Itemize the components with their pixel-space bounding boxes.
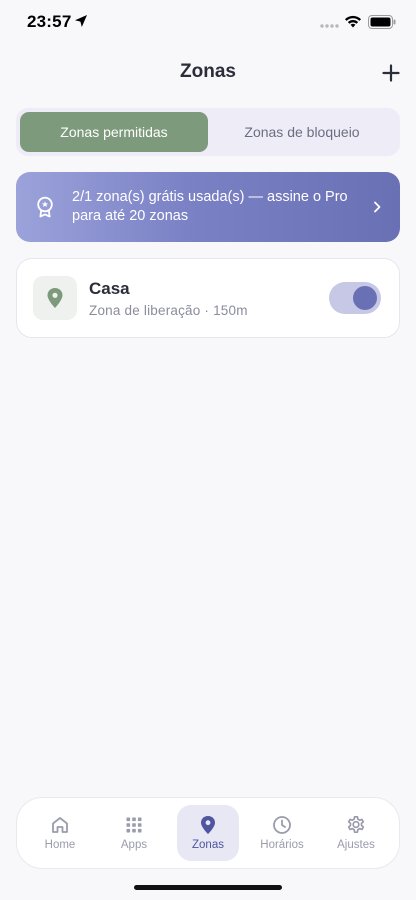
zone-text: Casa Zona de liberação · 150m [89,279,329,318]
tab-horarios[interactable]: Horários [251,805,313,861]
zone-subtitle: Zona de liberação · 150m [89,302,248,318]
status-bar: 23:57 [0,0,416,46]
segment-allowed-zones[interactable]: Zonas permitidas [20,112,208,152]
wifi-icon [345,15,361,28]
segment-label: Zonas permitidas [60,124,168,140]
tab-label: Apps [120,838,148,851]
zone-icon-container [33,276,77,320]
screen: 23:57 Zonas Zonas permitidas Zonas de bl… [0,0,416,900]
home-icon [52,816,68,833]
zone-card[interactable]: Casa Zona de liberação · 150m [16,258,400,338]
tab-home[interactable]: Home [29,805,91,861]
pro-upgrade-banner[interactable]: 2/1 zona(s) grátis usada(s) — assine o P… [16,172,400,242]
gear-icon [347,815,365,833]
tab-label: Zonas [192,838,224,851]
segment-label: Zonas de bloqueio [244,124,360,140]
segment-block-zones[interactable]: Zonas de bloqueio [208,112,396,152]
status-time: 23:57 [27,12,72,31]
grid-icon [126,817,142,832]
clock-icon [273,815,291,834]
zone-enabled-toggle[interactable] [329,282,381,314]
page-title: Zonas [180,61,236,82]
map-pin-icon [201,815,215,834]
tab-label: Home [44,838,76,851]
zone-name: Casa [89,278,130,298]
tab-apps[interactable]: Apps [103,805,165,861]
battery-icon [368,15,396,29]
zone-type-segmented-control: Zonas permitidas Zonas de bloqueio [16,108,400,156]
tab-bar: Home Apps Zonas Horários Ajustes [16,797,400,869]
home-indicator [134,885,282,890]
tab-label: Ajustes [337,838,375,851]
pro-banner-text: 2/1 zona(s) grátis usada(s) — assine o P… [72,189,348,224]
toggle-knob [353,286,377,310]
location-arrow-icon [75,15,87,27]
tab-zonas[interactable]: Zonas [177,805,239,861]
tab-ajustes[interactable]: Ajustes [325,805,387,861]
plus-icon [382,64,400,82]
chevron-right-icon [374,201,381,213]
add-zone-button[interactable] [378,60,404,86]
cellular-signal-icon [320,24,339,28]
award-badge-icon [37,196,53,218]
tab-label: Horários [260,838,304,851]
map-pin-icon [47,288,63,308]
